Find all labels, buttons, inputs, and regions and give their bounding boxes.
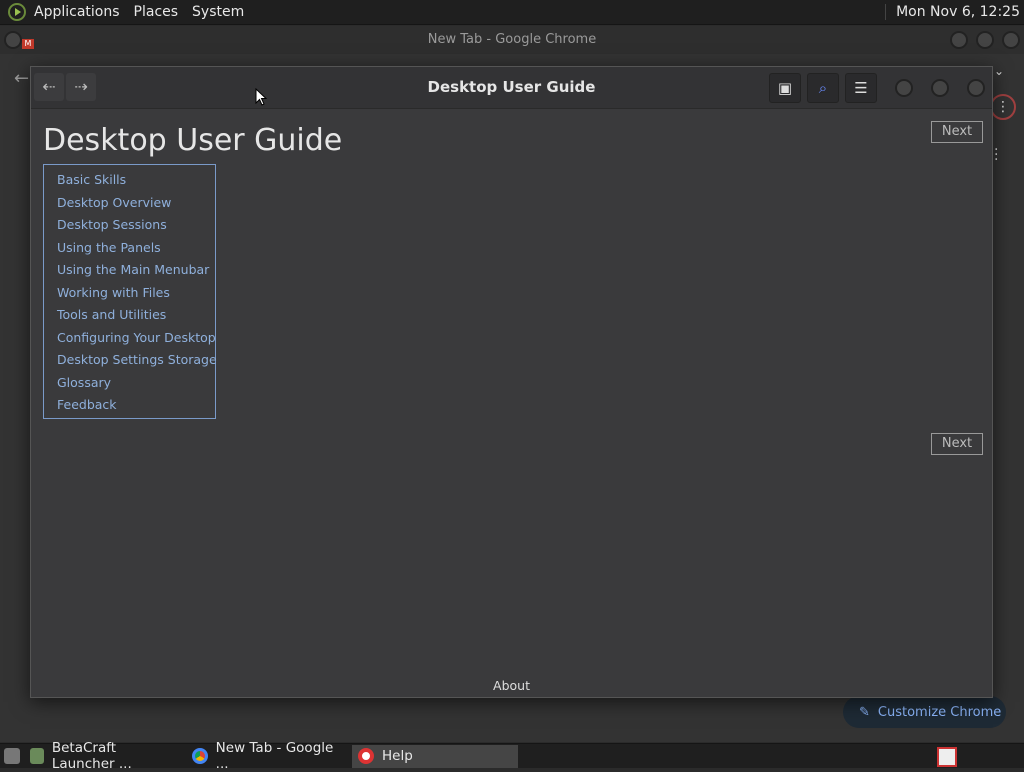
toc-item[interactable]: Configuring Your Desktop [57, 329, 216, 352]
chrome-icon [192, 748, 208, 764]
betacraft-icon [30, 748, 44, 764]
search-icon: ⌕ [818, 79, 828, 97]
chrome-titlebar[interactable]: New Tab - Google Chrome [0, 26, 1024, 54]
toc-item[interactable]: Using the Main Menubar [57, 261, 215, 284]
chrome-window-title: New Tab - Google Chrome [427, 32, 597, 47]
maximize-icon[interactable] [976, 31, 994, 49]
customize-chrome-button[interactable]: ✎ Customize Chrome [843, 696, 1006, 728]
maximize-icon[interactable] [931, 79, 949, 97]
toc-item[interactable]: Working with Files [57, 284, 215, 307]
toc-item[interactable]: Desktop Sessions [57, 216, 215, 239]
minimize-icon[interactable] [950, 31, 968, 49]
next-button-top[interactable]: Next [931, 121, 983, 143]
bookmarks-button[interactable]: ▣ [769, 73, 801, 103]
toc-item[interactable]: Basic Skills [57, 171, 215, 194]
taskbar-item-label: BetaCraft Launcher ... [51, 740, 132, 772]
more-options-icon[interactable]: · · · [994, 143, 998, 167]
pencil-icon: ✎ [859, 704, 870, 720]
about-link[interactable]: About [31, 678, 992, 693]
help-headerbar[interactable]: ⇠ ⇢ Desktop User Guide ▣ ⌕ ☰ [31, 67, 992, 109]
chevron-down-icon[interactable]: ⌄ [994, 64, 1004, 78]
customize-chrome-label: Customize Chrome [877, 704, 1002, 720]
window-menu-icon[interactable] [4, 31, 22, 49]
show-desktop-button[interactable] [0, 745, 24, 768]
menu-system[interactable]: System [192, 4, 244, 20]
toc-item[interactable]: Tools and Utilities [57, 306, 215, 329]
menu-button[interactable]: ☰ [845, 73, 877, 103]
taskbar-item-help[interactable]: Help [352, 744, 518, 768]
minimize-icon[interactable] [895, 79, 913, 97]
top-panel: Applications Places System Mon Nov 6, 12… [0, 0, 1024, 25]
distro-logo-icon[interactable] [8, 3, 26, 21]
chrome-menu-button[interactable]: ⋮ [990, 94, 1016, 120]
menu-applications[interactable]: Applications [34, 4, 120, 20]
clock[interactable]: Mon Nov 6, 12:25 [885, 4, 1020, 20]
table-of-contents: Basic Skills Desktop Overview Desktop Se… [43, 164, 217, 419]
toc-item[interactable]: Glossary [57, 374, 215, 397]
toc-item[interactable]: Desktop Settings Storage [57, 351, 217, 374]
next-button-bottom[interactable]: Next [931, 433, 983, 455]
help-window: ⇠ ⇢ Desktop User Guide ▣ ⌕ ☰ Desktop Use… [30, 66, 993, 698]
close-icon[interactable] [967, 79, 985, 97]
search-button[interactable]: ⌕ [807, 73, 839, 103]
taskbar-item-chrome[interactable]: New Tab - Google ... [186, 740, 352, 772]
menu-places[interactable]: Places [134, 4, 179, 20]
taskbar: BetaCraft Launcher ... New Tab - Google … [0, 740, 1024, 772]
taskbar-item-label: Help [382, 748, 413, 764]
taskbar-item-label: New Tab - Google ... [215, 740, 334, 772]
page-title: Desktop User Guide [43, 123, 343, 158]
lifebuoy-icon [358, 748, 374, 764]
toc-item[interactable]: Feedback [57, 396, 215, 419]
hamburger-icon: ☰ [854, 79, 868, 97]
desktop-icon [4, 748, 20, 764]
toc-item[interactable]: Desktop Overview [57, 194, 215, 217]
tray-notification-icon[interactable] [937, 747, 957, 767]
bookmark-icon: ▣ [777, 79, 793, 97]
back-arrow-icon[interactable]: ← [14, 68, 29, 89]
close-icon[interactable] [1002, 31, 1020, 49]
toc-item[interactable]: Using the Panels [57, 239, 215, 262]
gmail-tab-icon[interactable]: M [22, 39, 34, 49]
taskbar-item-betacraft[interactable]: BetaCraft Launcher ... [24, 740, 186, 772]
